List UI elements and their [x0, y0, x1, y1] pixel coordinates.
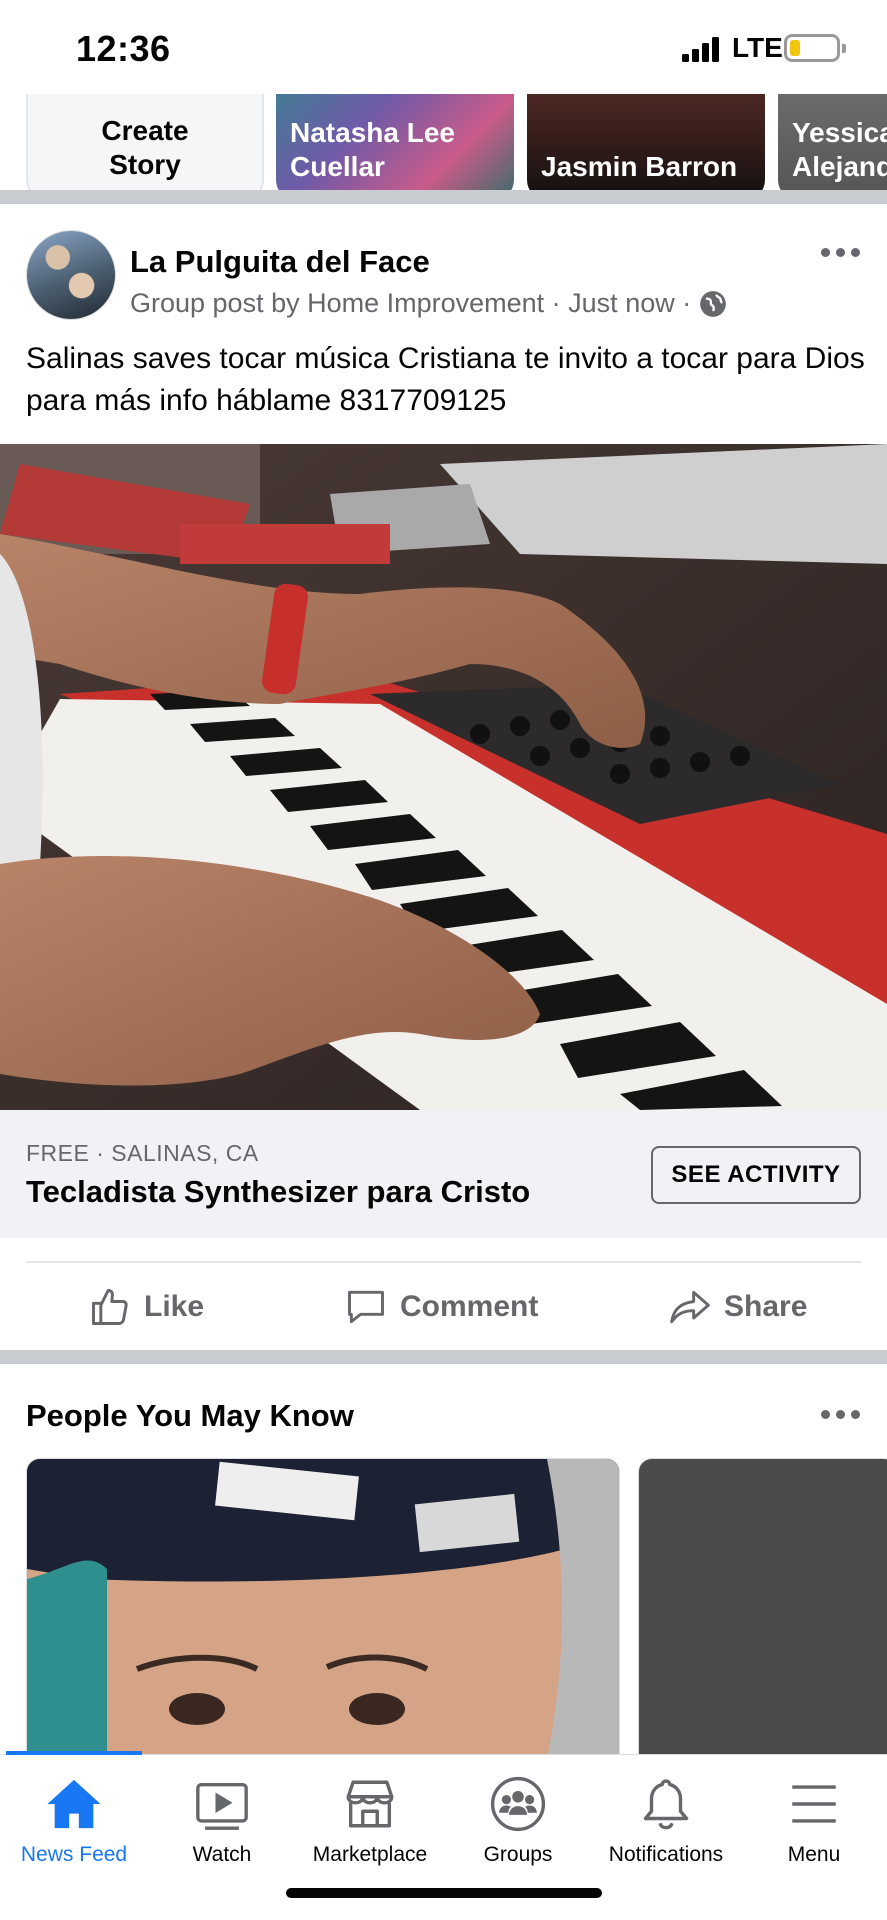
tab-label: Marketplace — [312, 1843, 428, 1866]
create-story-card[interactable]: Create Story — [26, 94, 264, 190]
marketplace-icon — [346, 1780, 394, 1828]
post-text: Salinas saves tocar música Cristiana te … — [26, 342, 865, 417]
section-divider — [0, 190, 887, 204]
more-options-icon[interactable] — [821, 1406, 861, 1422]
network-label: LTE — [732, 32, 783, 63]
status-time: 12:36 — [76, 28, 171, 69]
keyboard-photo — [0, 444, 887, 1110]
divider-line — [26, 1261, 861, 1263]
menu-icon — [792, 1785, 836, 1823]
battery-icon — [784, 34, 846, 62]
story-name: Jasmin Barron — [541, 151, 738, 182]
tab-label: Menu — [787, 1843, 841, 1866]
thumbs-up-icon — [92, 1289, 128, 1325]
post-header: La Pulguita del Face Group post by Home … — [0, 218, 887, 328]
post-actions: Like Comment Share — [0, 1264, 887, 1350]
share-icon — [670, 1290, 710, 1324]
story-card[interactable]: Jasmin Barron — [527, 94, 765, 190]
story-card[interactable]: Yessica Alejandra — [778, 94, 887, 190]
home-indicator — [286, 1888, 602, 1898]
tab-notifications[interactable]: Notifications — [592, 1755, 740, 1875]
tab-menu[interactable]: Menu — [740, 1755, 887, 1875]
bell-icon — [643, 1779, 689, 1830]
section-divider — [0, 1350, 887, 1364]
tab-watch[interactable]: Watch — [148, 1755, 296, 1875]
more-options-icon[interactable] — [821, 244, 861, 260]
watch-icon — [196, 1782, 248, 1830]
story-name: Natasha Lee Cuellar — [290, 117, 455, 182]
share-label: Share — [724, 1290, 808, 1323]
comment-label: Comment — [400, 1290, 539, 1323]
comment-button[interactable]: Comment — [344, 1264, 538, 1350]
person-photo — [27, 1459, 619, 1757]
see-activity-button[interactable]: SEE ACTIVITY — [651, 1146, 861, 1204]
tab-label: Notifications — [608, 1843, 724, 1866]
marketplace-listing[interactable]: FREE · SALINAS, CA Tecladista Synthesize… — [0, 1110, 887, 1238]
person-card[interactable] — [26, 1458, 620, 1758]
pymk-title: People You May Know — [26, 1398, 354, 1433]
person-card[interactable] — [638, 1458, 887, 1758]
share-button[interactable]: Share — [668, 1264, 807, 1350]
tab-groups[interactable]: Groups — [444, 1755, 592, 1875]
story-name: Yessica Alejandra — [792, 117, 887, 182]
status-bar: 12:36 LTE — [0, 0, 887, 94]
story-card[interactable]: Natasha Lee Cuellar — [276, 94, 514, 190]
signal-icon — [682, 36, 722, 62]
post-photo[interactable] — [0, 444, 887, 1110]
listing-title: Tecladista Synthesizer para Cristo — [26, 1174, 531, 1209]
post-meta: Group post by Home Improvement · Just no… — [130, 288, 727, 319]
listing-meta: FREE · SALINAS, CA — [26, 1140, 259, 1166]
like-label: Like — [144, 1290, 205, 1323]
globe-icon — [700, 290, 727, 317]
groups-icon — [490, 1776, 546, 1832]
tab-label: Watch — [192, 1843, 252, 1866]
create-story-label: Create Story — [101, 115, 189, 180]
avatar[interactable] — [26, 230, 116, 320]
comment-icon — [348, 1290, 384, 1324]
tab-marketplace[interactable]: Marketplace — [296, 1755, 444, 1875]
tab-label: Groups — [483, 1843, 553, 1866]
home-icon — [47, 1779, 101, 1829]
tab-news-feed[interactable]: News Feed — [0, 1755, 148, 1875]
post-meta-text: Group post by Home Improvement · Just no… — [130, 288, 692, 318]
stories-tray: Create Story Natasha Lee Cuellar Jasmin … — [0, 94, 887, 190]
tab-label: News Feed — [20, 1843, 128, 1866]
like-button[interactable]: Like — [88, 1264, 204, 1350]
post-author[interactable]: La Pulguita del Face — [130, 244, 430, 280]
